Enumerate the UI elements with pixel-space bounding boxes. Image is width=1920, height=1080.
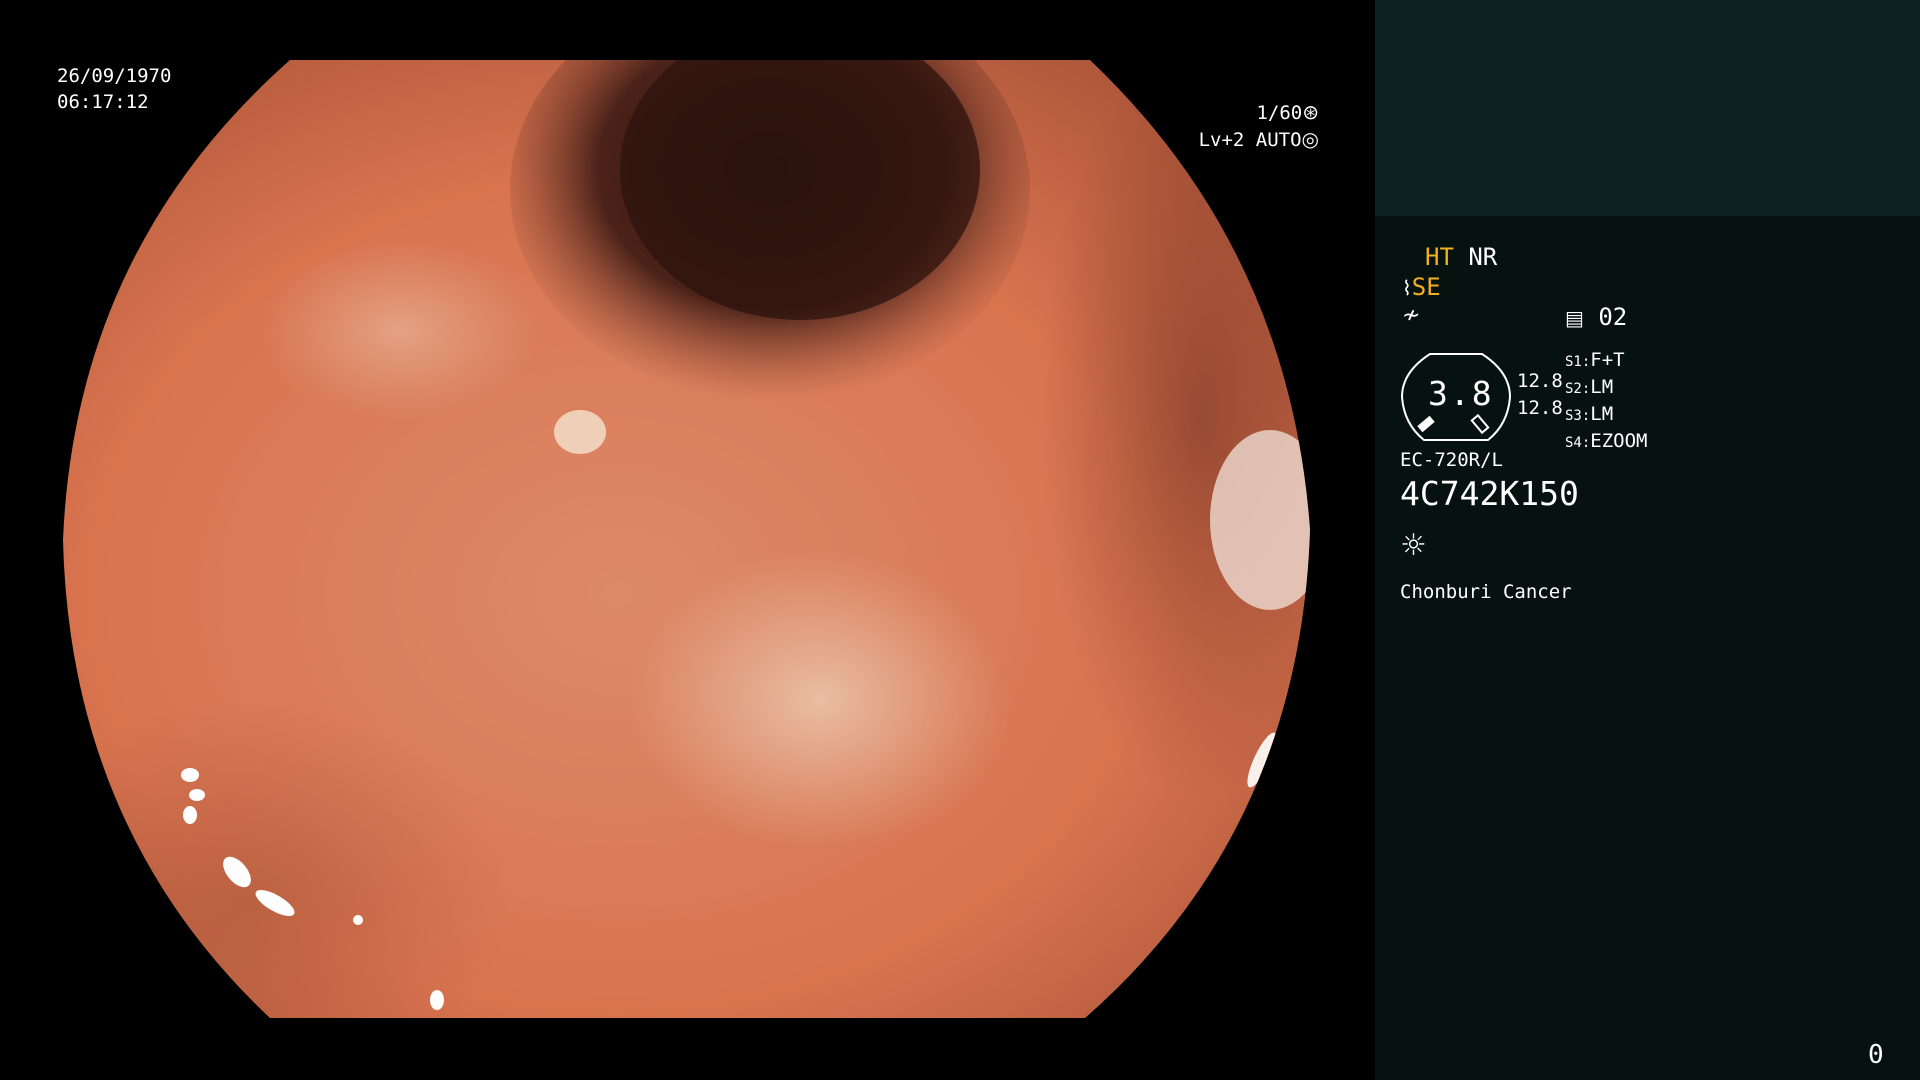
switch-value: F+T <box>1590 349 1625 371</box>
switch-key: S2 <box>1565 381 1582 397</box>
gauge-reading-2: 12.8 <box>1517 397 1563 419</box>
structure-enhance-icon: ⌇ <box>1402 276 1412 300</box>
switch-assignment-list: S1:F+T S2:LM S3:LM S4:EZOOM <box>1565 349 1648 452</box>
time-text: 06:17:12 <box>57 91 149 113</box>
endoscope-image <box>63 60 1310 1018</box>
switch-value: LM <box>1590 376 1614 398</box>
scope-model: EC-720R/L <box>1400 449 1503 471</box>
exposure-readout: 1/60⊛ Lv+2 AUTO◎ <box>1099 99 1319 153</box>
gauge-value: 3.8 <box>1428 374 1494 413</box>
switch-key: S4 <box>1565 435 1582 451</box>
memory-row: ▤ 02 <box>1565 303 1627 331</box>
status-panel: HT NR ⌇SE ≁ ▤ 02 3.8 12.8 12.8 S1:F+T S2… <box>1375 0 1920 1080</box>
ht-label: HT <box>1425 243 1454 271</box>
panel-header-area <box>1375 0 1920 216</box>
memory-value: 02 <box>1598 303 1628 331</box>
institution-name: Chonburi Cancer <box>1400 581 1572 603</box>
gauge-readings: 12.8 12.8 <box>1517 368 1563 422</box>
image-counter: 0 <box>1868 1040 1884 1070</box>
endoscope-video-area: 26/09/1970 06:17:12 1/60⊛ Lv+2 AUTO◎ <box>0 0 1375 1080</box>
date-text: 26/09/1970 <box>57 65 172 87</box>
switch-key: S1 <box>1565 354 1582 370</box>
switch-value: EZOOM <box>1590 430 1648 452</box>
memory-icon: ▤ <box>1565 306 1584 330</box>
shutter-speed: 1/60 <box>1256 102 1303 124</box>
light-source-icon: ☼ <box>1400 528 1427 563</box>
gauge-reading-1: 12.8 <box>1517 370 1563 392</box>
switch-value: LM <box>1590 403 1614 425</box>
se-row: ⌇SE <box>1402 273 1441 301</box>
function-icon: ≁ <box>1402 303 1421 328</box>
level-text: Lv+2 <box>1198 129 1245 151</box>
ht-nr-row: HT NR <box>1425 243 1497 271</box>
switch-key: S3 <box>1565 408 1582 424</box>
date-time-readout: 26/09/1970 06:17:12 <box>57 63 171 115</box>
iris-icon: ⊛ <box>1302 100 1319 124</box>
auto-iris-icon: ◎ <box>1301 127 1319 151</box>
scope-serial: 4C742K150 <box>1400 474 1579 513</box>
nr-label: NR <box>1468 243 1498 271</box>
se-label: SE <box>1411 273 1441 301</box>
mode-text: AUTO <box>1255 129 1302 151</box>
